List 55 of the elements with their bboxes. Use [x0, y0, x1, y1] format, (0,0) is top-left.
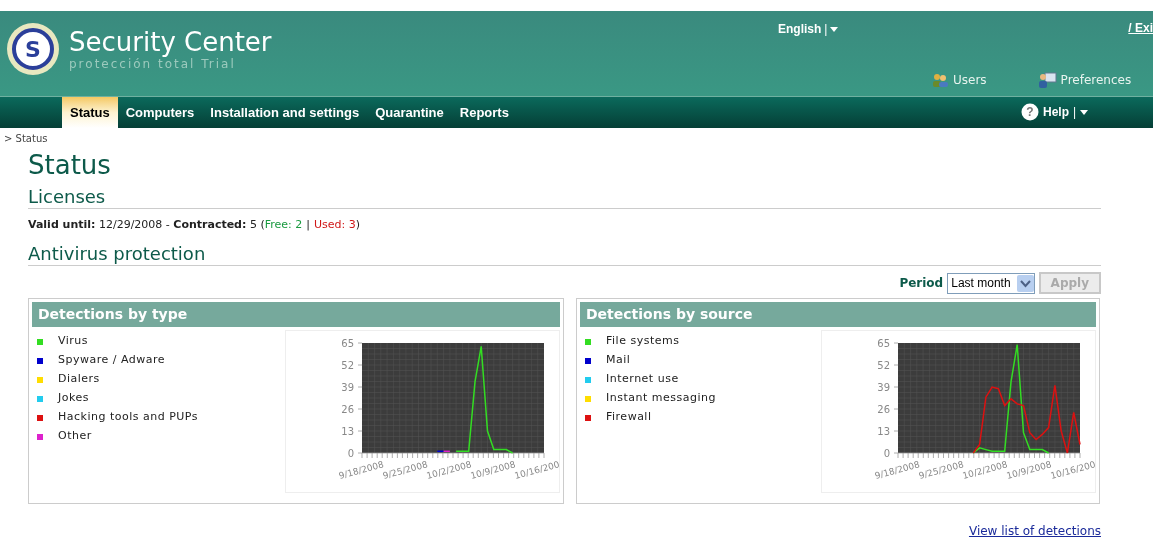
help-menu[interactable]: Help [1043, 103, 1069, 121]
nav-tab[interactable]: Computers [117, 97, 203, 128]
detections-link[interactable]: View list of detections [968, 522, 1101, 540]
logo-icon: S [7, 23, 59, 75]
y-tick-label: 39 [341, 382, 354, 393]
panel-title: Detections by type [38, 305, 188, 324]
y-tick-label: 0 [347, 448, 354, 459]
legend-label: Instant messaging [606, 390, 716, 407]
legend-label: File systems [606, 333, 680, 350]
nav-tab[interactable]: Reports [451, 97, 517, 128]
legend-label: Other [58, 428, 92, 445]
dropdown-caret-icon[interactable] [830, 26, 839, 32]
separator: | [1073, 104, 1077, 121]
legend-label: Spyware / Adware [58, 352, 166, 369]
app-title: Security Center [69, 27, 272, 57]
nav-tab[interactable]: Status [62, 97, 118, 128]
users-icon [931, 73, 949, 87]
separator: | [824, 21, 828, 38]
period-select[interactable]: Last month [947, 272, 1035, 294]
y-tick-label: 13 [341, 426, 354, 437]
y-tick-label: 52 [877, 360, 890, 371]
used-licenses: Used: 3 [313, 216, 356, 233]
dropdown-caret-icon[interactable] [1080, 109, 1089, 115]
person-screen-icon [1036, 72, 1057, 88]
free-licenses: Free: 2 [264, 216, 303, 233]
breadcrumb: > Status [4, 133, 48, 144]
y-tick-label: 0 [883, 448, 890, 459]
y-tick-label: 39 [877, 382, 890, 393]
help-icon[interactable]: ? [1021, 103, 1039, 121]
language-menu[interactable]: English [778, 20, 822, 38]
license-info: Valid until: 12/29/2008 - Contracted: 5 ( [28, 216, 265, 233]
legend-label: Internet use [606, 371, 679, 388]
exit-link[interactable]: / Exi [1128, 19, 1153, 37]
nav-tab[interactable]: Quarantine [367, 97, 452, 128]
y-tick-label: 13 [877, 426, 890, 437]
y-tick-label: 52 [341, 360, 354, 371]
legend-label: Dialers [58, 371, 100, 388]
legend-label: Virus [58, 333, 89, 350]
nav-tab[interactable]: Installation and settings [202, 97, 368, 128]
separator: | [305, 216, 311, 233]
panel-title: Detections by source [586, 305, 753, 324]
closing-parenthesis: ) [355, 216, 360, 233]
legend-label: Mail [606, 352, 631, 369]
app-subtitle: protección total Trial [69, 57, 237, 71]
y-tick-label: 26 [341, 404, 354, 415]
y-tick-label: 65 [341, 338, 354, 349]
section-heading: Antivirus protection [28, 243, 207, 265]
y-tick-label: 26 [877, 404, 890, 415]
section-heading: Licenses [28, 185, 107, 208]
legend-label: Hacking tools and PUPs [58, 409, 199, 426]
page-title: Status [28, 149, 112, 180]
y-tick-label: 65 [877, 338, 890, 349]
legend-label: Jokes [58, 390, 89, 407]
legend-label: Firewall [606, 409, 652, 426]
period-label: Period [899, 275, 944, 292]
